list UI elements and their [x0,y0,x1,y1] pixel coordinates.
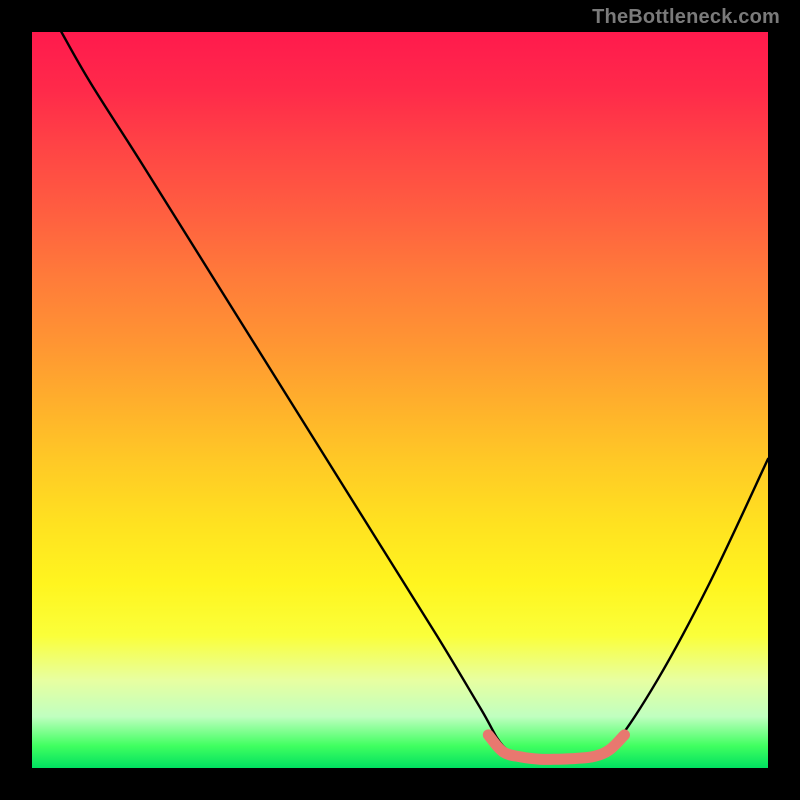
watermark-text: TheBottleneck.com [592,6,780,29]
chart-svg [32,32,768,768]
plot-area [32,32,768,768]
optimal-band-path [488,735,624,760]
chart-container: TheBottleneck.com [0,0,800,800]
bottleneck-curve-path [61,32,768,760]
